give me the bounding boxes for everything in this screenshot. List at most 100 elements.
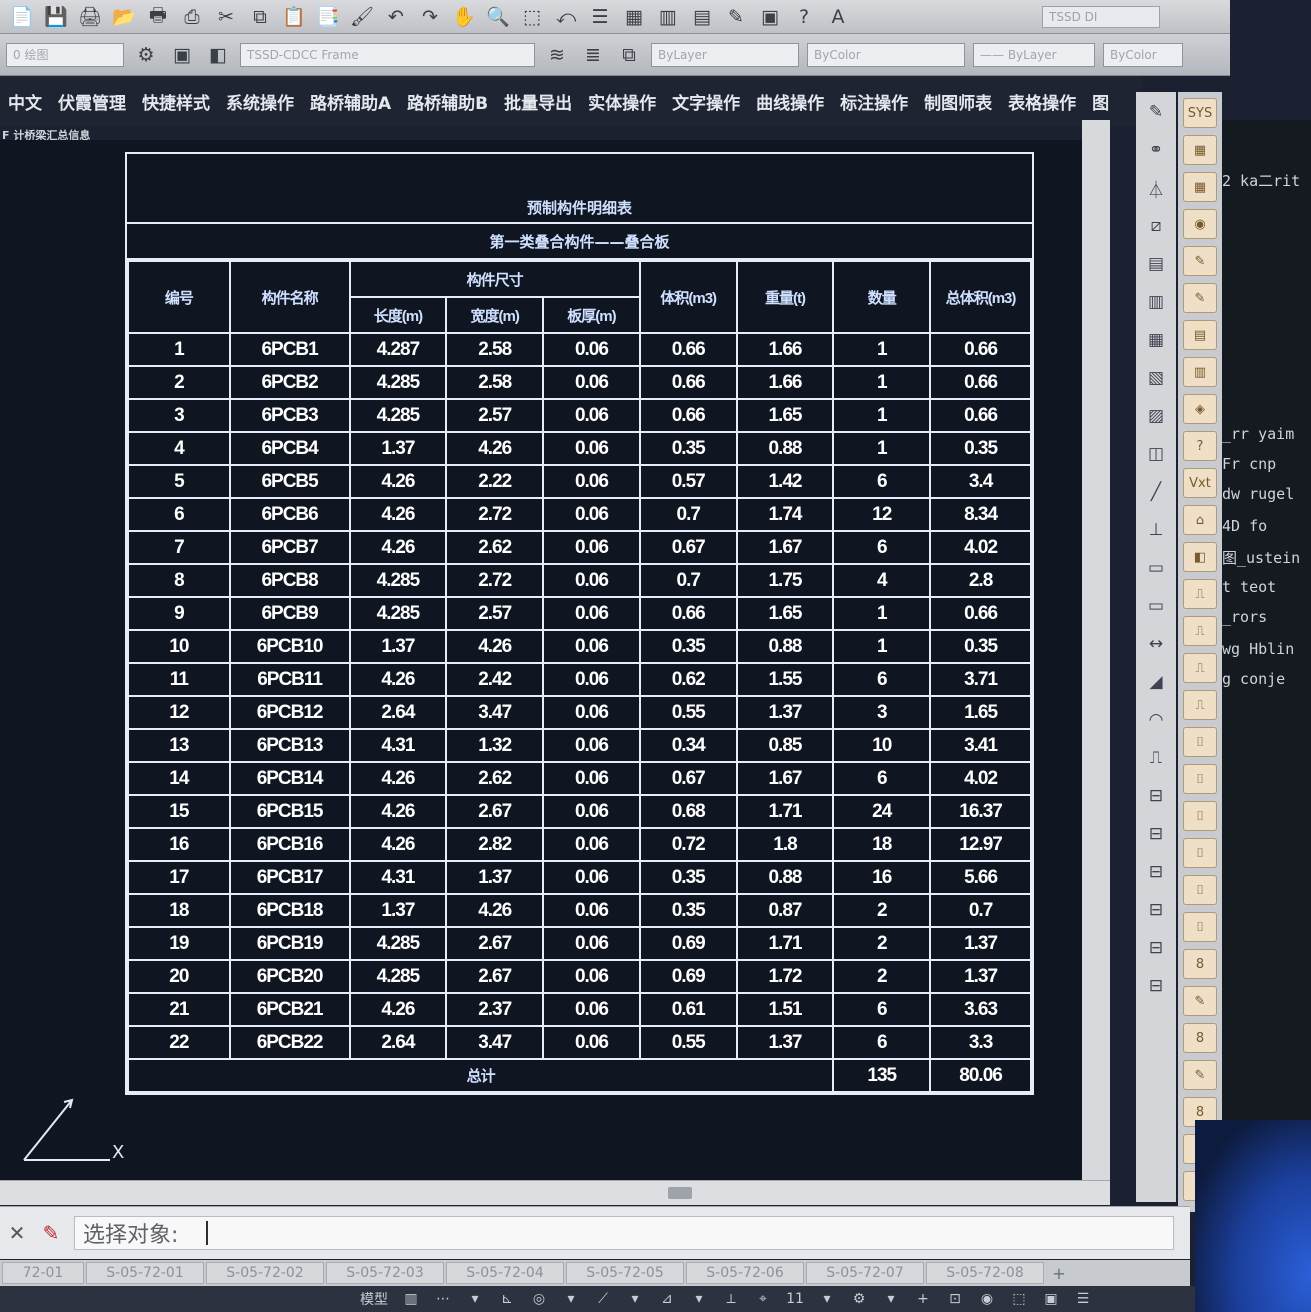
calculator-icon[interactable]: ▣ bbox=[756, 4, 784, 30]
properties-icon[interactable]: ☰ bbox=[586, 4, 614, 30]
tssd-tool-icon[interactable]: ⌷ bbox=[1183, 764, 1217, 794]
zoom-window-icon[interactable]: ⬚ bbox=[518, 4, 546, 30]
layer-walk-icon[interactable]: ≋ bbox=[543, 42, 571, 68]
draw-tool-icon[interactable]: ▨ bbox=[1141, 402, 1171, 430]
layout-tab[interactable]: S-05-72-03 bbox=[326, 1262, 444, 1284]
print-icon[interactable]: 🖨 bbox=[76, 4, 104, 30]
draw-tool-icon[interactable]: ╱ bbox=[1141, 478, 1171, 506]
horizontal-scrollbar[interactable] bbox=[0, 1180, 1110, 1205]
status-toggle[interactable]: 11 bbox=[786, 1291, 804, 1307]
tssd-tool-icon[interactable]: ⎍ bbox=[1183, 690, 1217, 720]
tssd-tool-icon[interactable]: SYS bbox=[1183, 98, 1217, 128]
menu-item-5[interactable]: 路桥辅助B bbox=[401, 89, 494, 114]
layout-tab[interactable]: S-05-72-06 bbox=[686, 1262, 804, 1284]
draw-tool-icon[interactable]: ▤ bbox=[1141, 250, 1171, 278]
settings-icon[interactable]: ⚙ bbox=[132, 42, 160, 68]
status-toggle[interactable]: ▾ bbox=[882, 1291, 900, 1307]
draw-tool-icon[interactable]: ⚭ bbox=[1141, 136, 1171, 164]
scrollbar-thumb[interactable] bbox=[668, 1187, 692, 1199]
tssd-tool-icon[interactable]: ⌷ bbox=[1183, 912, 1217, 942]
status-toggle[interactable]: ⟂ bbox=[722, 1291, 740, 1307]
tssd-tool-icon[interactable]: ◉ bbox=[1183, 209, 1217, 239]
draw-tool-icon[interactable]: ⎍ bbox=[1141, 744, 1171, 772]
menu-item-7[interactable]: 实体操作 bbox=[582, 89, 662, 114]
save-icon[interactable]: 💾 bbox=[42, 4, 70, 30]
menu-item-6[interactable]: 批量导出 bbox=[498, 89, 578, 114]
linetype-combo[interactable]: —— ByLayer bbox=[973, 42, 1095, 67]
new-icon[interactable]: 📄 bbox=[8, 4, 36, 30]
menu-item-10[interactable]: 标注操作 bbox=[834, 89, 914, 114]
redo-icon[interactable]: ↷ bbox=[416, 4, 444, 30]
tssd-tool-icon[interactable]: Vxt bbox=[1183, 468, 1217, 498]
draw-tool-icon[interactable]: ▥ bbox=[1141, 288, 1171, 316]
draw-tool-icon[interactable]: ⊟ bbox=[1141, 972, 1171, 1000]
layout-tab[interactable]: S-05-72-08 bbox=[926, 1262, 1044, 1284]
status-toggle[interactable]: ⊡ bbox=[946, 1291, 964, 1307]
draw-tool-icon[interactable]: ⊟ bbox=[1141, 782, 1171, 810]
layer-combo[interactable]: ByLayer bbox=[651, 42, 799, 67]
layer-state-icon[interactable]: ▣ bbox=[168, 42, 196, 68]
menu-item-8[interactable]: 文字操作 bbox=[666, 89, 746, 114]
command-input[interactable]: 选择对象: bbox=[74, 1216, 1174, 1250]
status-toggle[interactable]: ⊿ bbox=[658, 1291, 676, 1307]
help-icon[interactable]: ? bbox=[790, 4, 818, 30]
vertical-scrollbar[interactable] bbox=[1082, 120, 1110, 1200]
tssd-tool-icon[interactable]: ⌷ bbox=[1183, 838, 1217, 868]
sheet-set-icon[interactable]: ▤ bbox=[688, 4, 716, 30]
draw-tool-icon[interactable]: ⏃ bbox=[1141, 174, 1171, 202]
lineweight-combo[interactable]: ByColor bbox=[1103, 42, 1183, 67]
tssd-tool-icon[interactable]: ⌷ bbox=[1183, 801, 1217, 831]
menu-item-9[interactable]: 曲线操作 bbox=[750, 89, 830, 114]
zoom-previous-icon[interactable]: ⤺ bbox=[552, 4, 580, 30]
tssd-tool-icon[interactable]: ◈ bbox=[1183, 394, 1217, 424]
command-customize-icon[interactable]: ✎ bbox=[34, 1218, 68, 1248]
zoom-icon[interactable]: 🔍 bbox=[484, 4, 512, 30]
tssd-tool-icon[interactable]: ⌷ bbox=[1183, 875, 1217, 905]
layout-tab[interactable]: S-05-72-04 bbox=[446, 1262, 564, 1284]
text-style-icon[interactable]: A bbox=[824, 4, 852, 30]
layer-isolate-icon[interactable]: ≣ bbox=[579, 42, 607, 68]
copy-icon[interactable]: ⧉ bbox=[246, 4, 274, 30]
plot-icon[interactable]: 🖶 bbox=[144, 4, 172, 30]
layout-tab[interactable]: 72-01 bbox=[2, 1262, 84, 1284]
status-toggle[interactable]: ◉ bbox=[978, 1291, 996, 1307]
tssd-tool-icon[interactable]: ? bbox=[1183, 431, 1217, 461]
menu-item-3[interactable]: 系统操作 bbox=[220, 89, 300, 114]
status-toggle[interactable]: ☰ bbox=[1074, 1291, 1092, 1307]
draw-tool-icon[interactable]: ◢ bbox=[1141, 668, 1171, 696]
paste-icon[interactable]: 📋 bbox=[280, 4, 308, 30]
status-toggle[interactable]: ▣ bbox=[1042, 1291, 1060, 1307]
draw-tool-icon[interactable]: ✎ bbox=[1141, 98, 1171, 126]
status-toggle[interactable]: ▾ bbox=[690, 1291, 708, 1307]
status-toggle[interactable]: ▾ bbox=[466, 1291, 484, 1307]
tssd-tool-icon[interactable]: ⌷ bbox=[1183, 727, 1217, 757]
pan-icon[interactable]: ✋ bbox=[450, 4, 478, 30]
status-toggle[interactable]: ▥ bbox=[402, 1291, 420, 1307]
tssd-tool-icon[interactable]: ▦ bbox=[1183, 172, 1217, 202]
match-properties-icon[interactable]: 🖌 bbox=[348, 4, 376, 30]
frame-field[interactable]: TSSD-CDCC Frame bbox=[240, 42, 535, 67]
status-toggle[interactable]: ▾ bbox=[562, 1291, 580, 1307]
menu-item-2[interactable]: 快捷样式 bbox=[136, 89, 216, 114]
tool-palettes-icon[interactable]: ▥ bbox=[654, 4, 682, 30]
layer-copy-icon[interactable]: ⧉ bbox=[615, 42, 643, 68]
tssd-tool-icon[interactable]: ◧ bbox=[1183, 542, 1217, 572]
layout-tab[interactable]: S-05-72-01 bbox=[86, 1262, 204, 1284]
draw-tool-icon[interactable]: ▦ bbox=[1141, 326, 1171, 354]
draw-tool-icon[interactable]: ▧ bbox=[1141, 364, 1171, 392]
undo-icon[interactable]: ↶ bbox=[382, 4, 410, 30]
tssd-tool-icon[interactable]: ▥ bbox=[1183, 357, 1217, 387]
status-toggle[interactable]: + bbox=[914, 1291, 932, 1307]
tssd-tool-icon[interactable]: ✎ bbox=[1183, 246, 1217, 276]
tssd-tool-icon[interactable]: ✎ bbox=[1183, 1060, 1217, 1090]
layout-tab[interactable]: S-05-72-07 bbox=[806, 1262, 924, 1284]
status-toggle[interactable]: ⚙ bbox=[850, 1291, 868, 1307]
color-combo[interactable]: ByColor bbox=[807, 42, 965, 67]
add-layout-icon[interactable]: + bbox=[1046, 1262, 1072, 1284]
tssd-tool-icon[interactable]: ⌂ bbox=[1183, 505, 1217, 535]
design-center-icon[interactable]: ▦ bbox=[620, 4, 648, 30]
markup-icon[interactable]: ✎ bbox=[722, 4, 750, 30]
layout-tab[interactable]: S-05-72-05 bbox=[566, 1262, 684, 1284]
menu-item-0[interactable]: 中文 bbox=[2, 89, 48, 114]
status-toggle[interactable]: ⟋ bbox=[594, 1291, 612, 1307]
